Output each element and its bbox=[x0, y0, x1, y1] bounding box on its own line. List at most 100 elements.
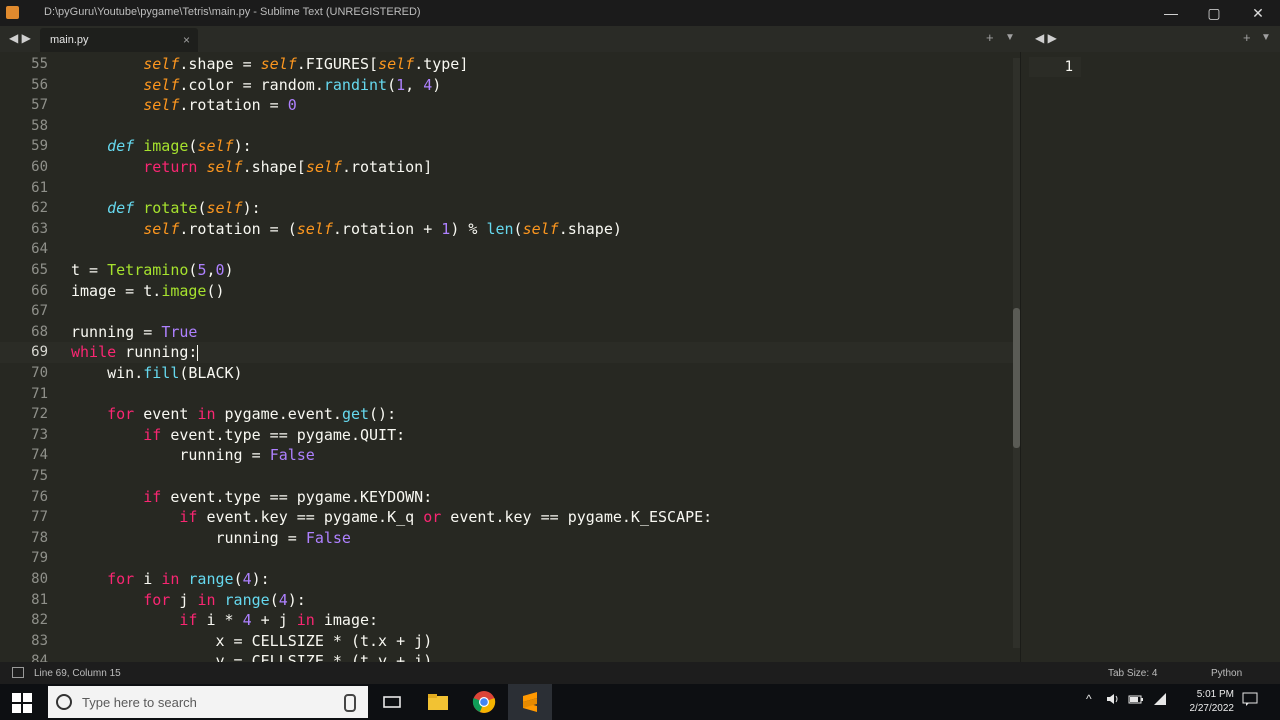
new-tab-icon[interactable]: + bbox=[986, 30, 994, 45]
cursor-position: Line 69, Column 15 bbox=[34, 668, 121, 679]
code-line[interactable]: 58 bbox=[0, 116, 1020, 137]
wifi-icon[interactable] bbox=[1152, 692, 1168, 706]
taskbar-search[interactable]: Type here to search bbox=[48, 686, 368, 718]
code-line[interactable]: 64 bbox=[0, 239, 1020, 260]
line-number: 69 bbox=[31, 344, 48, 361]
code-line[interactable]: 66 image = t.image() bbox=[0, 281, 1020, 302]
code-line-active[interactable]: 69 while running: bbox=[0, 342, 1020, 363]
line-number: 57 bbox=[31, 97, 48, 114]
line-number: 67 bbox=[31, 303, 48, 320]
pane2-new-tab-icon[interactable]: + bbox=[1243, 30, 1251, 45]
task-view-icon[interactable] bbox=[380, 690, 404, 714]
code-line[interactable]: 57 self.rotation = 0 bbox=[0, 95, 1020, 116]
line-number: 66 bbox=[31, 282, 48, 299]
tab-label: main.py bbox=[50, 34, 89, 46]
volume-icon[interactable] bbox=[1106, 692, 1120, 706]
code-line[interactable]: 82 if i * 4 + j in image: bbox=[0, 610, 1020, 631]
code-line[interactable]: 65 t = Tetramino(5,0) bbox=[0, 260, 1020, 281]
line-number: 84 bbox=[31, 653, 48, 662]
code-line[interactable]: 56 self.color = random.randint(1, 4) bbox=[0, 75, 1020, 96]
code-line[interactable]: 72 for event in pygame.event.get(): bbox=[0, 404, 1020, 425]
line-number: 74 bbox=[31, 447, 48, 464]
line-number: 78 bbox=[31, 529, 48, 546]
code-line[interactable]: 75 bbox=[0, 466, 1020, 487]
minimize-button[interactable]: — bbox=[1156, 3, 1186, 23]
code-line[interactable]: 78 running = False bbox=[0, 528, 1020, 549]
window-title: D:\pyGuru\Youtube\pygame\Tetris\main.py … bbox=[44, 6, 421, 18]
tab-dropdown-icon[interactable]: ▼ bbox=[1005, 32, 1015, 43]
code-line[interactable]: 71 bbox=[0, 384, 1020, 405]
code-line[interactable]: 80 for i in range(4): bbox=[0, 569, 1020, 590]
line-number: 83 bbox=[31, 632, 48, 649]
code-line[interactable]: 79 bbox=[0, 548, 1020, 569]
notifications-icon[interactable] bbox=[1242, 692, 1258, 706]
line-number: 68 bbox=[31, 323, 48, 340]
line-number: 64 bbox=[31, 241, 48, 258]
sublime-text-icon[interactable] bbox=[518, 690, 542, 714]
line-number: 61 bbox=[31, 179, 48, 196]
system-clock[interactable]: 5:01 PM 2/27/2022 bbox=[1174, 688, 1235, 716]
code-line[interactable]: 77 if event.key == pygame.K_q or event.k… bbox=[0, 507, 1020, 528]
line-number: 72 bbox=[31, 406, 48, 423]
title-bar: D:\pyGuru\Youtube\pygame\Tetris\main.py … bbox=[0, 0, 1280, 26]
pane2-line-number: 1 bbox=[1029, 57, 1081, 77]
line-number: 59 bbox=[31, 138, 48, 155]
tab-bar: ◀ ▶ main.py × + ▼ ◀ ▶ + ▼ bbox=[0, 26, 1280, 52]
windows-start-icon[interactable] bbox=[12, 693, 32, 713]
battery-icon[interactable] bbox=[1128, 692, 1144, 706]
tab-size[interactable]: Tab Size: 4 bbox=[1108, 668, 1157, 679]
second-editor-pane[interactable]: 1 bbox=[1020, 52, 1280, 662]
code-line[interactable]: 76 if event.type == pygame.KEYDOWN: bbox=[0, 487, 1020, 508]
line-number: 55 bbox=[31, 56, 48, 72]
line-number: 80 bbox=[31, 571, 48, 587]
code-line[interactable]: 59 def image(self): bbox=[0, 136, 1020, 157]
code-line[interactable]: 68 running = True bbox=[0, 322, 1020, 343]
windows-taskbar: Type here to search ^ 5:01 PM 2/27/2022 bbox=[0, 684, 1280, 720]
file-explorer-icon[interactable] bbox=[426, 690, 450, 714]
line-number: 77 bbox=[31, 509, 48, 526]
line-number: 81 bbox=[31, 591, 48, 608]
scrollbar-thumb[interactable] bbox=[1013, 308, 1020, 448]
line-number: 76 bbox=[31, 488, 48, 505]
code-line[interactable]: 73 if event.type == pygame.QUIT: bbox=[0, 425, 1020, 446]
code-line[interactable]: 81 for j in range(4): bbox=[0, 590, 1020, 611]
clock-date: 2/27/2022 bbox=[1189, 703, 1235, 714]
code-line[interactable]: 61 bbox=[0, 178, 1020, 199]
line-number: 79 bbox=[31, 550, 48, 567]
code-line[interactable]: 70 win.fill(BLACK) bbox=[0, 363, 1020, 384]
tab-close-icon[interactable]: × bbox=[183, 33, 190, 47]
status-bar: Line 69, Column 15 Tab Size: 4 Python bbox=[0, 662, 1280, 684]
sublime-app-icon bbox=[6, 6, 19, 19]
tab-nav-arrows-icon[interactable]: ◀ ▶ bbox=[9, 31, 31, 45]
editor-scrollbar[interactable] bbox=[1013, 58, 1020, 648]
text-cursor bbox=[197, 344, 199, 361]
code-editor[interactable]: 55 self.shape = self.FIGURES[self.type] … bbox=[0, 52, 1020, 662]
panel-toggle-icon[interactable] bbox=[12, 667, 24, 678]
maximize-button[interactable]: ▢ bbox=[1199, 3, 1229, 23]
line-number: 71 bbox=[31, 385, 48, 402]
search-placeholder: Type here to search bbox=[82, 695, 197, 710]
line-number: 63 bbox=[31, 220, 48, 237]
code-line[interactable]: 62 def rotate(self): bbox=[0, 198, 1020, 219]
line-number: 73 bbox=[31, 426, 48, 443]
code-line[interactable]: 63 self.rotation = (self.rotation + 1) %… bbox=[0, 219, 1020, 240]
microphone-icon[interactable] bbox=[344, 694, 356, 712]
line-number: 70 bbox=[31, 365, 48, 381]
syntax-mode[interactable]: Python bbox=[1211, 668, 1242, 679]
code-line[interactable]: 84 y = CELLSIZE * (t.y + i) bbox=[0, 651, 1020, 662]
line-number: 75 bbox=[31, 468, 48, 484]
line-number: 58 bbox=[31, 117, 48, 134]
pane2-nav-arrows-icon[interactable]: ◀ ▶ bbox=[1035, 31, 1057, 45]
tab-main-py[interactable]: main.py × bbox=[40, 28, 198, 52]
clock-time: 5:01 PM bbox=[1196, 689, 1234, 700]
code-line[interactable]: 83 x = CELLSIZE * (t.x + j) bbox=[0, 631, 1020, 652]
code-line[interactable]: 60 return self.shape[self.rotation] bbox=[0, 157, 1020, 178]
close-button[interactable]: ✕ bbox=[1243, 3, 1273, 23]
code-line[interactable]: 74 running = False bbox=[0, 445, 1020, 466]
pane2-dropdown-icon[interactable]: ▼ bbox=[1261, 32, 1271, 43]
line-number: 60 bbox=[31, 159, 48, 175]
code-line[interactable]: 67 bbox=[0, 301, 1020, 322]
code-line[interactable]: 55 self.shape = self.FIGURES[self.type] bbox=[0, 54, 1020, 75]
chrome-icon[interactable] bbox=[472, 690, 496, 714]
tray-chevron-icon[interactable]: ^ bbox=[1086, 692, 1092, 706]
